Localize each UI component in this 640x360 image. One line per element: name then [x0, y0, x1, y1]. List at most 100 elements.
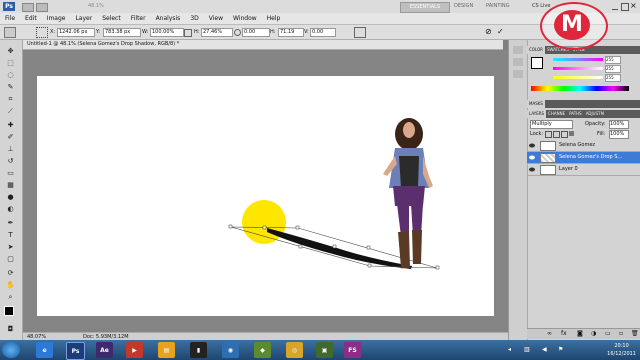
layer-row[interactable]: Layer 0: [527, 164, 640, 176]
painting-workspace-button[interactable]: PAINTING: [482, 2, 513, 11]
eraser-tool-icon[interactable]: ▭: [4, 168, 17, 178]
lock-position-icon[interactable]: [561, 131, 568, 138]
history-panel-icon[interactable]: [513, 46, 523, 54]
menu-file[interactable]: File: [0, 13, 20, 24]
media-player-icon[interactable]: ▶: [126, 342, 143, 358]
horizontal-skew-field[interactable]: 71.19: [278, 28, 304, 37]
menu-layer[interactable]: Layer: [70, 13, 97, 24]
link-icon[interactable]: [184, 29, 192, 37]
actions-panel-icon[interactable]: [513, 58, 523, 66]
ie-icon[interactable]: e: [36, 342, 53, 358]
rotation-field[interactable]: 0.00: [242, 28, 270, 37]
layer-row-selected[interactable]: Selena Gomez's Drop S...: [527, 152, 640, 164]
pen-tool-icon[interactable]: ✒: [4, 218, 17, 228]
opacity-field[interactable]: 100%: [609, 120, 629, 129]
warp-mode-icon[interactable]: [354, 27, 366, 38]
lasso-tool-icon[interactable]: ◌: [4, 70, 17, 80]
hand-tool-icon[interactable]: ✋: [4, 280, 17, 290]
healing-brush-tool-icon[interactable]: ✚: [4, 120, 17, 130]
adjustment-layer-icon[interactable]: ◑: [591, 330, 596, 337]
tab-channels[interactable]: CHANNE: [546, 110, 567, 118]
vertical-skew-field[interactable]: 0.00: [310, 28, 336, 37]
app-icon[interactable]: ▣: [316, 342, 333, 358]
crop-tool-icon[interactable]: ⌗: [4, 94, 17, 104]
cancel-transform-icon[interactable]: ⊘: [485, 26, 492, 37]
quick-mask-icon[interactable]: ◘: [4, 324, 17, 334]
add-mask-icon[interactable]: ◙: [577, 330, 583, 337]
height-field[interactable]: 27.46%: [201, 28, 233, 37]
brush-tool-icon[interactable]: ✐: [4, 132, 17, 142]
lock-transparency-icon[interactable]: [545, 131, 552, 138]
document-canvas[interactable]: [37, 76, 494, 316]
zoom-level-display[interactable]: 48.1%: [88, 2, 104, 11]
app-icon[interactable]: ◆: [254, 342, 271, 358]
tab-layers[interactable]: LAYERS: [527, 110, 547, 118]
marquee-tool-icon[interactable]: ⬚: [4, 58, 17, 68]
clone-stamp-tool-icon[interactable]: ⊥: [4, 144, 17, 154]
new-group-icon[interactable]: ▭: [605, 330, 611, 337]
layer-row[interactable]: Selena Gomez: [527, 140, 640, 152]
cmd-icon[interactable]: ▮: [190, 342, 207, 358]
close-icon[interactable]: ×: [630, 1, 637, 11]
app-icon[interactable]: ◉: [222, 342, 239, 358]
essentials-workspace-button[interactable]: ESSENTIALS: [400, 2, 450, 13]
start-button-icon[interactable]: [2, 342, 20, 358]
blue-slider[interactable]: [553, 76, 603, 79]
folder-icon[interactable]: ▤: [158, 342, 175, 358]
tab-masks[interactable]: MASKS: [527, 100, 545, 108]
shape-tool-icon[interactable]: ▢: [4, 254, 17, 264]
flag-icon[interactable]: ⚑: [558, 346, 563, 353]
reference-point-icon[interactable]: [36, 27, 48, 38]
blur-tool-icon[interactable]: ●: [4, 192, 17, 202]
blue-value[interactable]: 255: [605, 74, 621, 82]
navigator-panel-icon[interactable]: [513, 70, 523, 78]
foreground-color-swatch[interactable]: [4, 306, 14, 316]
layer-style-icon[interactable]: fx: [561, 330, 567, 337]
tray-icon[interactable]: ◂: [508, 346, 511, 353]
photoshop-taskbar-icon[interactable]: Ps: [66, 342, 85, 360]
green-slider[interactable]: [553, 67, 603, 70]
tab-adjustments[interactable]: ADJUSTM: [584, 110, 606, 118]
history-brush-tool-icon[interactable]: ↺: [4, 156, 17, 166]
menu-analysis[interactable]: Analysis: [151, 13, 186, 24]
maximize-icon[interactable]: [621, 3, 629, 11]
visibility-eye-icon[interactable]: [529, 155, 535, 160]
visibility-eye-icon[interactable]: [529, 167, 535, 172]
red-slider[interactable]: [553, 58, 603, 61]
link-layers-icon[interactable]: ∞: [547, 330, 552, 337]
path-selection-tool-icon[interactable]: ➤: [4, 242, 17, 252]
color-ramp[interactable]: [531, 86, 629, 91]
transform-tool-icon[interactable]: [4, 27, 16, 38]
width-field[interactable]: 100.00%: [150, 28, 184, 37]
visibility-eye-icon[interactable]: [529, 143, 535, 148]
green-value[interactable]: 255: [605, 65, 621, 73]
gradient-tool-icon[interactable]: ▦: [4, 180, 17, 190]
menu-filter[interactable]: Filter: [126, 13, 151, 24]
fill-field[interactable]: 100%: [609, 130, 629, 139]
app-icon[interactable]: ◎: [286, 342, 303, 358]
lock-all-icon[interactable]: [569, 131, 574, 136]
design-workspace-button[interactable]: DESIGN: [450, 2, 477, 11]
new-layer-icon[interactable]: ▫: [619, 330, 623, 337]
document-tab[interactable]: Untitled-1 @ 48.1% (Selena Gomez's Drop …: [23, 40, 503, 50]
red-value[interactable]: 255: [605, 56, 621, 64]
volume-icon[interactable]: ◀: [542, 346, 547, 353]
after-effects-icon[interactable]: Ae: [96, 342, 113, 358]
menu-3d[interactable]: 3D: [185, 13, 203, 24]
mini-bridge-button[interactable]: [36, 3, 48, 12]
lock-pixels-icon[interactable]: [553, 131, 560, 138]
menu-select[interactable]: Select: [97, 13, 126, 24]
commit-transform-icon[interactable]: ✓: [497, 26, 504, 37]
3d-rotate-tool-icon[interactable]: ⟳: [4, 268, 17, 278]
zoom-tool-icon[interactable]: ⌕: [4, 292, 17, 302]
tab-color[interactable]: COLOR: [527, 46, 545, 54]
menu-view[interactable]: View: [204, 13, 228, 24]
menu-window[interactable]: Window: [228, 13, 262, 24]
quick-select-tool-icon[interactable]: ✎: [4, 82, 17, 92]
menu-image[interactable]: Image: [42, 13, 71, 24]
tab-paths[interactable]: PATHS: [567, 110, 584, 118]
move-tool-icon[interactable]: ✥: [4, 46, 17, 56]
clock[interactable]: 20:10 16/12/2011: [607, 342, 636, 358]
y-position-field[interactable]: 783.38 px: [103, 28, 141, 37]
app-icon[interactable]: FS: [344, 342, 361, 358]
